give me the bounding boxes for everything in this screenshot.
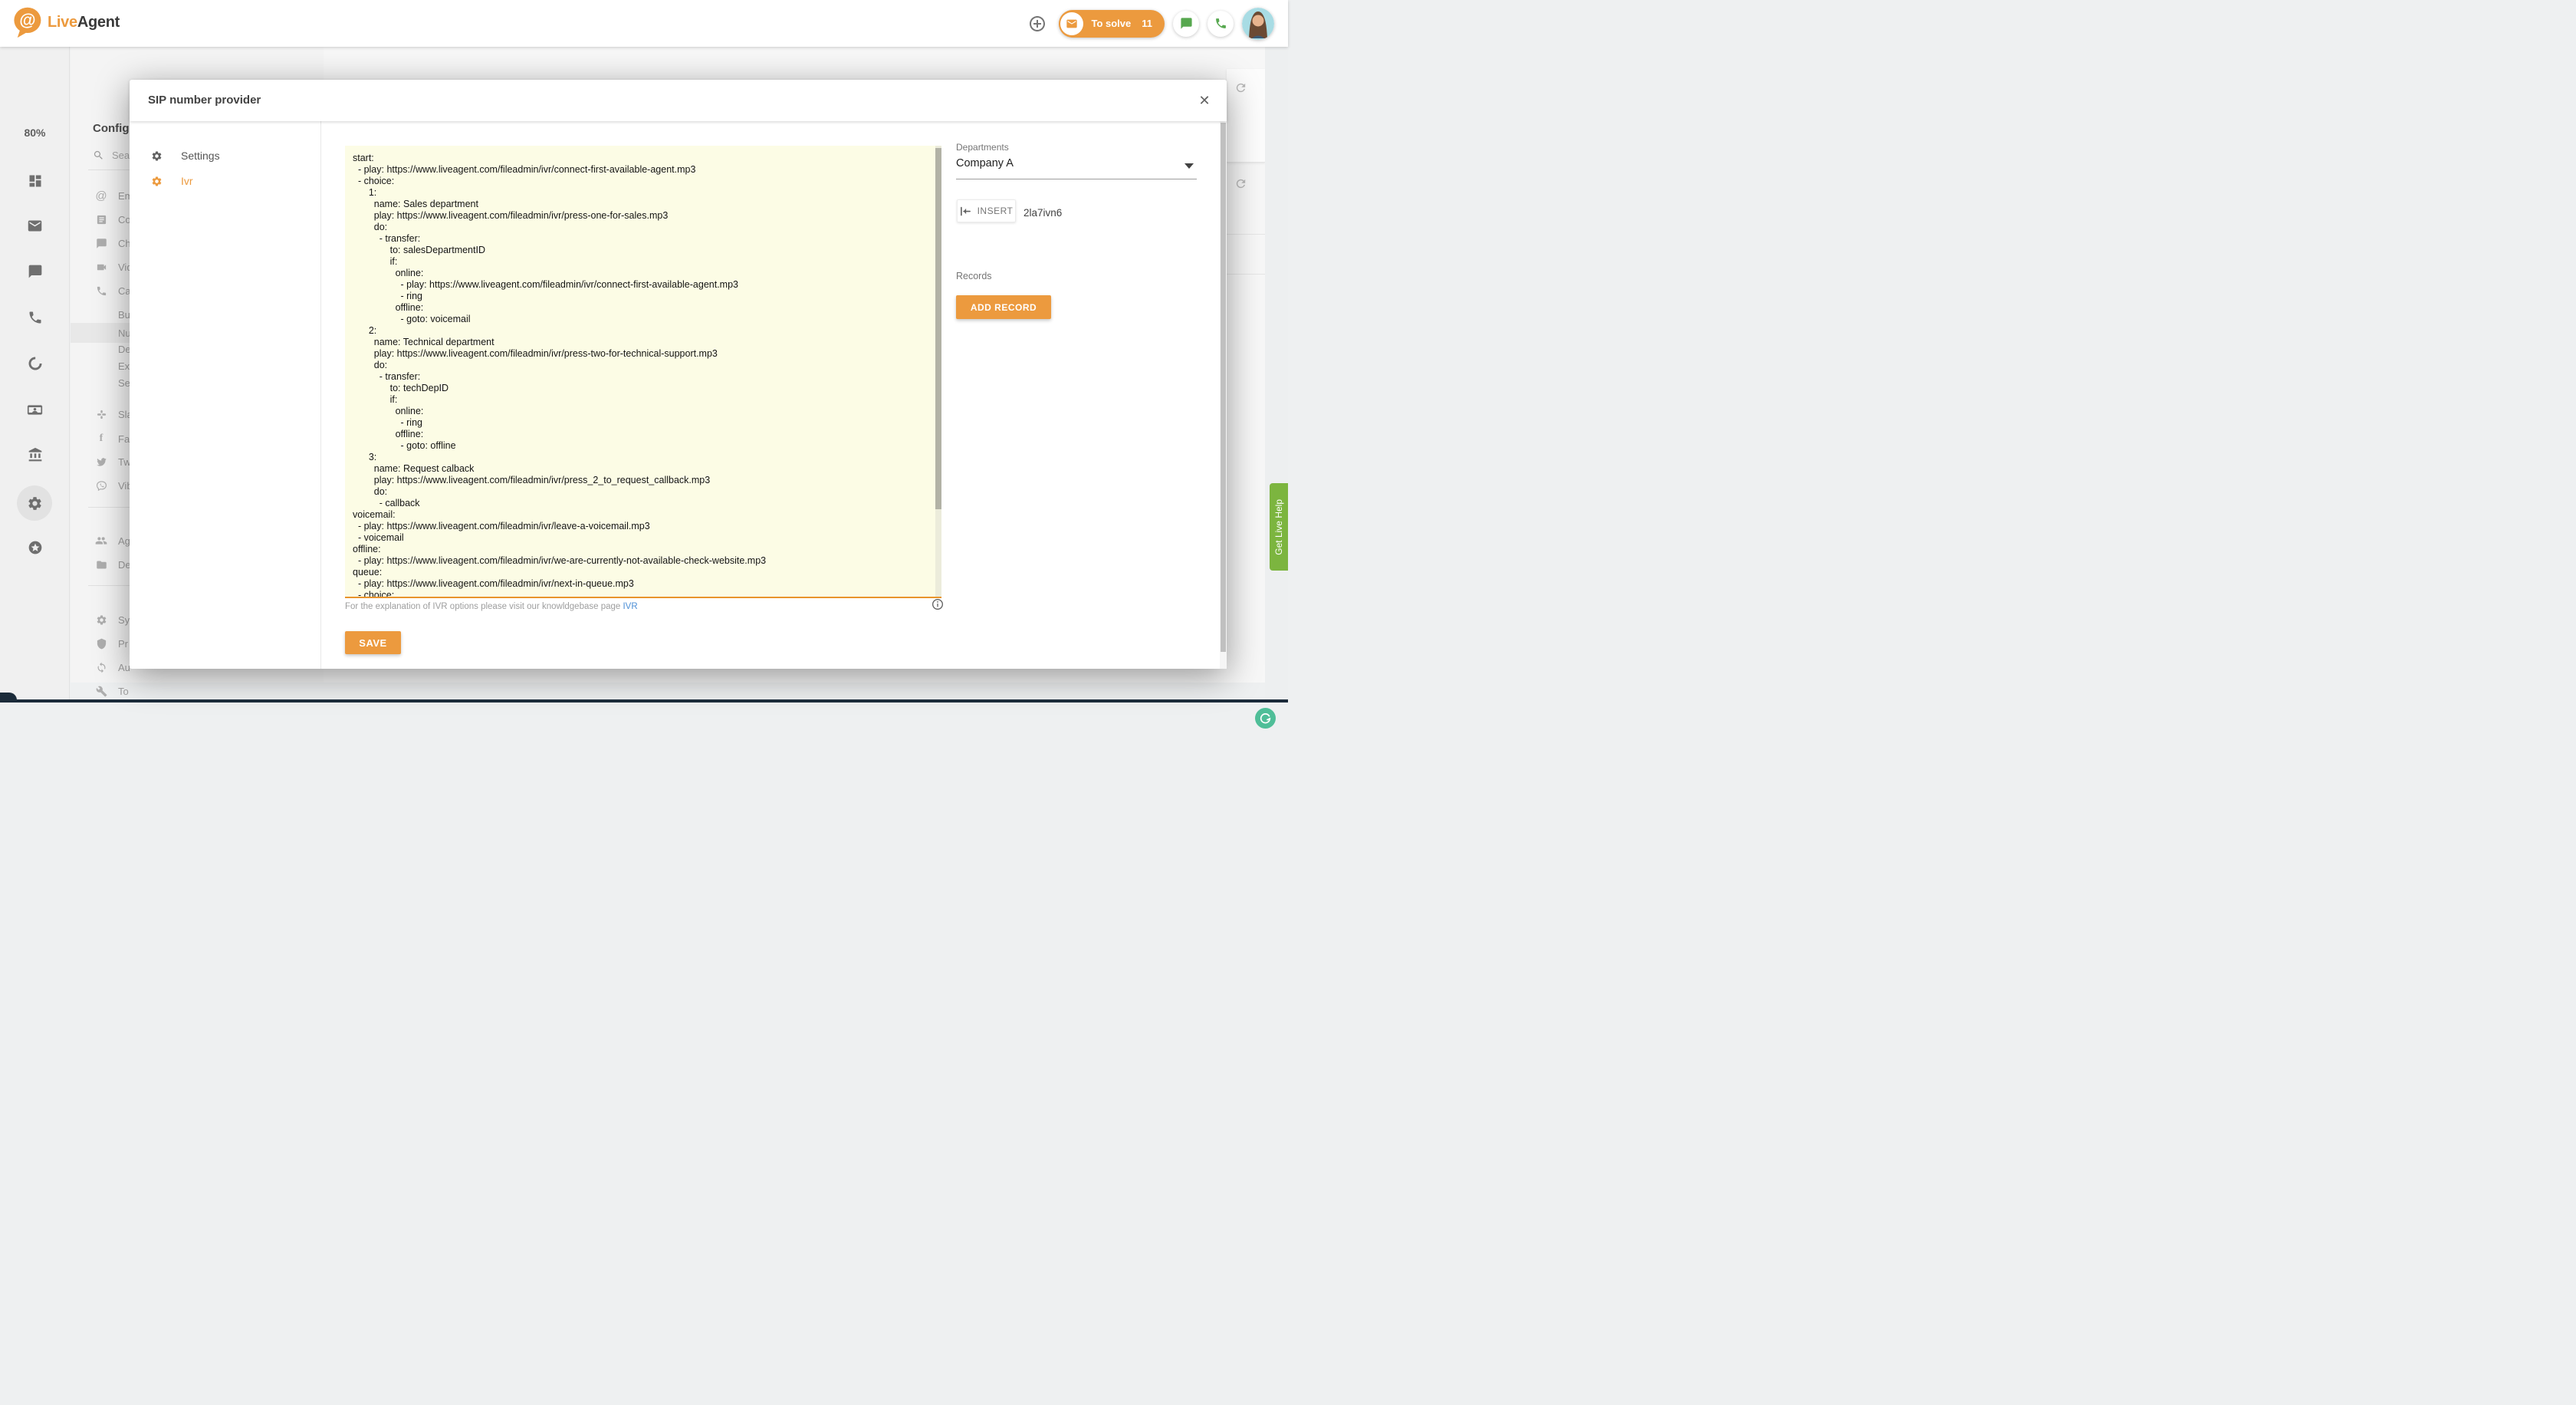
zoom-percent: 80% <box>0 127 70 139</box>
insert-tab-icon <box>960 206 971 216</box>
plus-circle-icon <box>1028 15 1046 33</box>
bottom-bar <box>0 699 1288 702</box>
get-live-help-label: Get Live Help <box>1273 499 1284 555</box>
modal-header: SIP number provider ✕ <box>130 80 1227 121</box>
folder-icon <box>94 559 109 571</box>
at-icon: @ <box>94 189 109 202</box>
left-icon-rail: 80% <box>0 47 70 702</box>
search-icon <box>93 150 104 161</box>
viber-icon <box>94 480 109 492</box>
tab-ivr-label: Ivr <box>181 175 193 187</box>
tab-settings[interactable]: Settings <box>130 144 321 167</box>
logo-text: LiveAgent <box>48 14 120 31</box>
to-solve-mail-icon <box>1060 12 1083 35</box>
sip-number-provider-modal: SIP number provider ✕ Settings Ivr start… <box>130 80 1227 669</box>
video-icon <box>94 262 109 273</box>
to-solve-count: 11 <box>1142 18 1152 29</box>
page-background <box>1265 47 1288 702</box>
ivr-yaml-textarea[interactable]: start: - play: https://www.liveagent.com… <box>345 146 941 597</box>
logo-bubble-icon: @ <box>11 5 43 39</box>
textarea-scrollbar <box>935 146 941 597</box>
top-header: @ LiveAgent To solve 11 <box>0 0 1288 47</box>
add-button[interactable] <box>1024 11 1050 37</box>
records-label: Records <box>956 271 992 281</box>
divider <box>1227 234 1265 235</box>
close-icon[interactable]: ✕ <box>1194 90 1214 110</box>
universal-inbox-icon[interactable] <box>0 350 70 377</box>
ivr-helper-text: For the explanation of IVR options pleas… <box>345 602 638 611</box>
insert-label: INSERT <box>978 206 1014 216</box>
bank-icon[interactable] <box>0 442 70 468</box>
get-live-help-tab[interactable]: Get Live Help <box>1270 483 1288 571</box>
ivr-yaml-content: start: - play: https://www.liveagent.com… <box>345 146 934 597</box>
departments-label: Departments <box>956 142 1009 153</box>
phone-icon[interactable] <box>0 304 70 331</box>
chevron-down-icon <box>1184 163 1194 169</box>
slack-icon <box>94 409 109 420</box>
chat-icon <box>94 238 109 249</box>
gear-icon <box>151 150 163 162</box>
document-icon <box>94 214 109 225</box>
svg-text:@: @ <box>19 10 35 29</box>
wrench-icon <box>94 686 109 697</box>
save-button[interactable]: SAVE <box>345 631 401 654</box>
agents-icon <box>94 535 109 547</box>
gear-icon <box>151 176 163 187</box>
phone-icon <box>94 285 109 297</box>
mail-icon[interactable] <box>0 212 70 239</box>
chat-icon[interactable] <box>0 258 70 285</box>
refresh-icon[interactable] <box>1234 177 1247 190</box>
to-solve-button[interactable]: To solve 11 <box>1059 10 1165 38</box>
liveagent-logo[interactable]: @ LiveAgent <box>11 5 120 39</box>
config-search-input[interactable]: Sear <box>93 150 133 161</box>
chats-button[interactable] <box>1173 11 1199 37</box>
refresh-icon[interactable] <box>1234 81 1247 94</box>
info-icon[interactable] <box>932 598 944 610</box>
gear-icon <box>94 614 109 626</box>
tab-ivr[interactable]: Ivr <box>130 169 321 192</box>
dashboard-icon[interactable] <box>0 168 70 194</box>
modal-scrollbar <box>1220 121 1227 669</box>
add-record-button[interactable]: ADD RECORD <box>956 295 1051 319</box>
ivr-knowledgebase-link[interactable]: IVR <box>623 602 637 611</box>
textarea-focus-underline <box>345 597 941 598</box>
modal-scrollbar-thumb[interactable] <box>1221 123 1226 652</box>
contacts-card-icon[interactable] <box>0 396 70 423</box>
shield-icon <box>94 638 109 650</box>
modal-title: SIP number provider <box>148 94 261 107</box>
settings-gear-icon[interactable] <box>0 490 70 516</box>
textarea-scrollbar-thumb[interactable] <box>935 148 941 509</box>
sync-icon <box>94 662 109 673</box>
insert-button[interactable]: INSERT <box>957 199 1016 222</box>
calls-button[interactable] <box>1208 11 1234 37</box>
phone-icon <box>1214 17 1227 30</box>
facebook-icon: f <box>94 433 109 445</box>
chat-icon <box>1180 17 1193 30</box>
modal-nav: Settings Ivr <box>130 121 321 669</box>
departments-select[interactable]: Company A <box>956 156 1197 178</box>
twitter-icon <box>94 456 109 468</box>
user-avatar[interactable] <box>1242 8 1274 40</box>
tab-settings-label: Settings <box>181 150 220 162</box>
grammarly-icon[interactable] <box>1255 708 1276 729</box>
star-badge-icon[interactable] <box>0 535 70 561</box>
divider <box>1227 274 1265 275</box>
config-item-tools[interactable]: To <box>71 681 324 701</box>
sip-code-value: 2la7ivn6 <box>1024 207 1062 219</box>
to-solve-label: To solve <box>1091 18 1131 29</box>
departments-value: Company A <box>956 157 1014 169</box>
